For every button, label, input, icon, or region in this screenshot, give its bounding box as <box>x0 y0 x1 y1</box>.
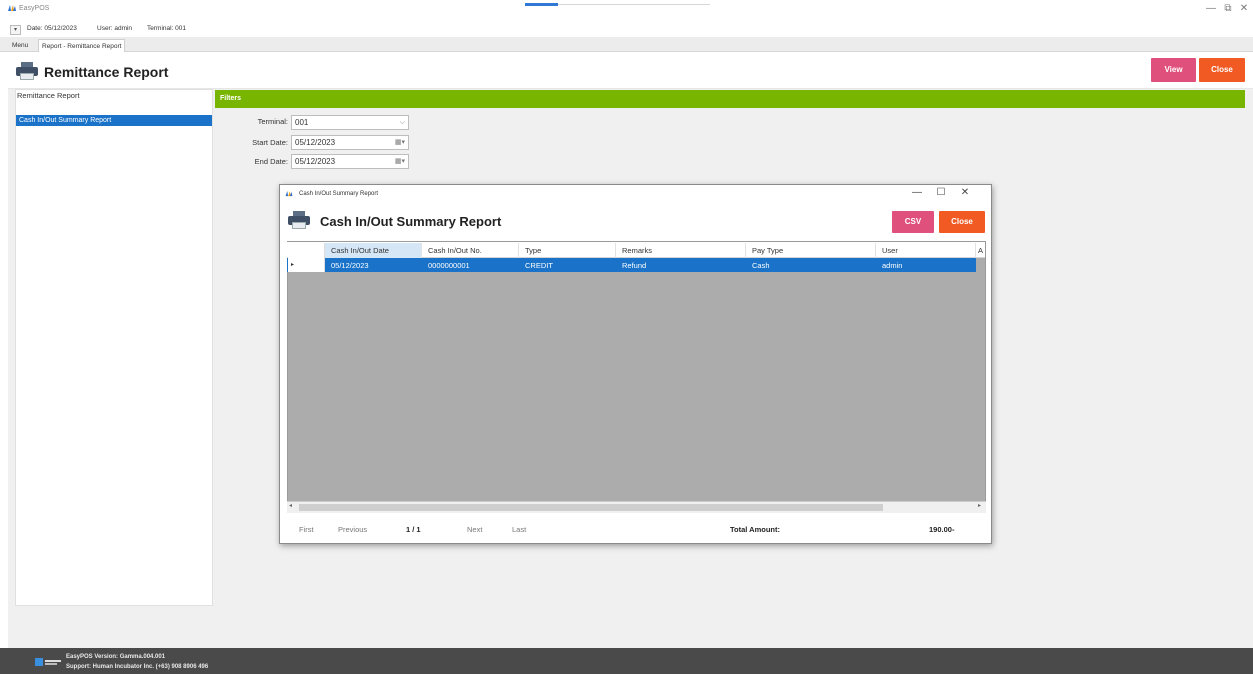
cell-number: 0000000001 <box>428 261 470 270</box>
session-dropdown-button[interactable]: ▾ <box>10 25 21 35</box>
tab-strip <box>0 37 1253 52</box>
report-header <box>8 53 1253 89</box>
window-restore-button[interactable]: ⧉ <box>1221 3 1235 15</box>
column-header-user[interactable]: User <box>876 243 976 258</box>
column-header-amount[interactable]: A <box>976 243 985 258</box>
calendar-icon: ▦▾ <box>394 158 405 165</box>
end-date-label: End Date: <box>254 157 288 166</box>
tab-menu[interactable]: Menu <box>9 39 31 52</box>
end-date-picker[interactable]: 05/12/2023 ▦▾ <box>291 154 409 169</box>
total-amount-value: 190.00- <box>929 525 955 534</box>
cash-summary-grid <box>287 241 986 513</box>
window-close-button[interactable]: ✕ <box>1237 3 1251 15</box>
cell-date: 05/12/2023 <box>331 261 369 270</box>
cell-pay-type: Cash <box>752 261 770 270</box>
loading-progress <box>525 3 710 6</box>
grid-corner <box>288 243 325 258</box>
app-title: EasyPOS <box>19 5 50 12</box>
total-amount-label: Total Amount: <box>730 525 780 534</box>
pager-next-button[interactable]: Next <box>467 525 482 534</box>
support-text: Support: Human Incubator Inc. (+63) 908 … <box>66 664 209 670</box>
terminal-select[interactable]: 001 ⌵ <box>291 115 409 130</box>
printer-icon <box>288 211 310 229</box>
column-header-number[interactable]: Cash In/Out No. <box>422 243 519 258</box>
csv-button[interactable]: CSV <box>892 211 934 233</box>
dialog-close-button[interactable]: ✕ <box>958 187 972 198</box>
column-header-date[interactable]: Cash In/Out Date <box>325 243 422 258</box>
terminal-select-value: 001 <box>295 118 309 127</box>
scrollbar-thumb[interactable] <box>299 504 883 511</box>
view-button[interactable]: View <box>1151 58 1196 82</box>
session-info-bar <box>0 20 1253 37</box>
column-header-remarks[interactable]: Remarks <box>616 243 746 258</box>
column-header-pay-type[interactable]: Pay Type <box>746 243 876 258</box>
filters-bar: Filters <box>215 90 1245 108</box>
report-list-item-cash-summary[interactable]: Cash In/Out Summary Report <box>16 115 212 126</box>
cell-user: admin <box>882 261 903 270</box>
printer-icon <box>16 62 38 80</box>
pager-first-button[interactable]: First <box>299 525 314 534</box>
tab-remittance-report[interactable]: Report - Remittance Report <box>38 39 126 52</box>
end-date-value: 05/12/2023 <box>295 157 336 166</box>
report-list-heading: Remittance Report <box>17 91 80 100</box>
cell-type: CREDIT <box>525 261 553 270</box>
chevron-down-icon: ⌵ <box>399 119 405 126</box>
loading-progress-fill <box>525 3 559 6</box>
start-date-picker[interactable]: 05/12/2023 ▦▾ <box>291 135 409 150</box>
close-button[interactable]: Close <box>1199 58 1245 82</box>
dialog-minimize-button[interactable]: — <box>910 187 924 198</box>
pager-previous-button[interactable]: Previous <box>338 525 367 534</box>
session-date: Date: 05/12/2023 <box>27 25 77 32</box>
status-bar <box>0 648 1253 674</box>
dialog-close-action-button[interactable]: Close <box>939 211 985 233</box>
calendar-icon: ▦▾ <box>394 139 405 146</box>
version-text: EasyPOS Version: Gamma.004.001 <box>66 654 166 660</box>
pager-page-indicator: 1 / 1 <box>406 525 421 534</box>
page-title: Remittance Report <box>44 64 169 80</box>
easypos-logo-icon <box>285 191 293 197</box>
pager-last-button[interactable]: Last <box>512 525 526 534</box>
title-bar <box>0 0 1253 20</box>
report-list-panel <box>15 89 213 606</box>
scroll-right-icon[interactable]: ▸ <box>978 502 981 509</box>
dialog-maximize-button[interactable]: ☐ <box>934 187 948 198</box>
terminal-label: Terminal: <box>257 117 288 126</box>
cell-remarks: Refund <box>622 261 647 270</box>
human-incubator-logo-icon <box>35 658 61 666</box>
easypos-logo-icon <box>8 5 16 11</box>
start-date-value: 05/12/2023 <box>295 138 336 147</box>
dialog-heading: Cash In/Out Summary Report <box>320 214 502 229</box>
column-header-type[interactable]: Type <box>519 243 616 258</box>
row-selector-icon[interactable]: ▸ <box>288 258 325 272</box>
session-terminal: Terminal: 001 <box>147 25 187 32</box>
session-user: User: admin <box>97 25 133 32</box>
window-minimize-button[interactable]: — <box>1204 3 1218 15</box>
scroll-left-icon[interactable]: ◂ <box>289 502 292 509</box>
dialog-window-title: Cash In/Out Summary Report <box>299 191 379 197</box>
start-date-label: Start Date: <box>252 138 288 147</box>
